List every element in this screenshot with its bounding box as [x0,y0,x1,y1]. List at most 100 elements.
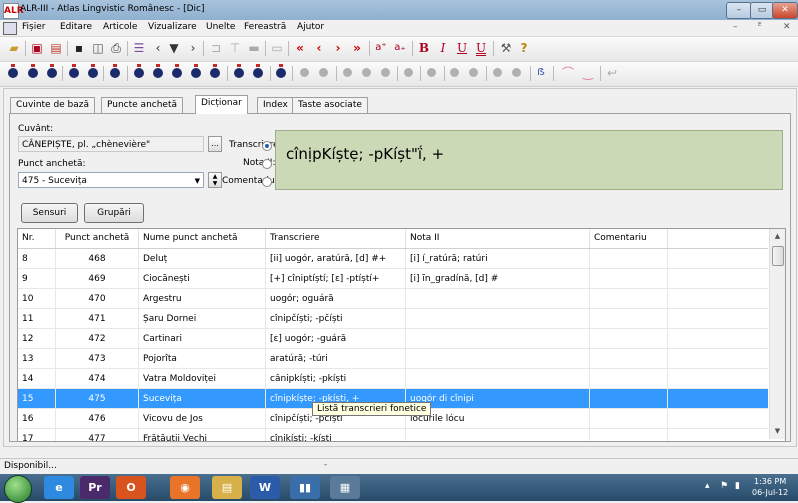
cell-nota[interactable] [406,329,590,349]
print-preview-icon[interactable]: ◫ [90,40,106,56]
rect-icon[interactable]: ▭ [269,40,285,56]
taskbar-alr-icon[interactable]: ▦ [330,476,360,499]
cell-nota[interactable] [406,429,590,441]
clock[interactable]: 1:36 PM 06-Jul-12 [752,476,788,498]
document-icon[interactable] [3,22,17,35]
cell-comentariu[interactable] [590,269,668,289]
cell-nota[interactable] [406,369,590,389]
phonetic-symbol-icon[interactable] [69,64,79,78]
cell-comentariu[interactable] [590,309,668,329]
cell-punct-ancheta[interactable]: 468 [56,249,139,269]
arc-up-icon[interactable]: ⌒ [560,65,576,81]
column-header-nota[interactable]: Nota II [406,229,590,248]
cell-nume-punct[interactable]: Vatra Moldoviței [139,369,266,389]
table-row[interactable]: 8 468 Deluț [ii] uogór, aratúră, [d] #+ [i] … [18,249,768,269]
table-row[interactable]: 10 470 Argestru uogór; oguáră [18,289,768,309]
split-icon[interactable]: ⊐ [208,40,224,56]
italic-icon[interactable]: I [435,40,451,56]
taskbar-premiere-icon[interactable]: Pr [80,476,110,499]
cell-nr[interactable]: 15 [18,389,56,409]
print-icon[interactable]: ⎙ [108,40,124,56]
tray-arrow-icon[interactable]: ▴ [705,481,710,491]
cell-comentariu[interactable] [590,289,668,309]
phonetic-symbol-icon[interactable] [210,64,220,78]
subscript-a-icon[interactable]: a₊ [392,40,408,56]
cell-nota[interactable]: uogór di cînipi [406,389,590,409]
nota-radio[interactable] [262,159,272,169]
cell-punct-ancheta[interactable]: 474 [56,369,139,389]
cell-nr[interactable]: 17 [18,429,56,441]
join-icon[interactable]: ▬ [246,40,262,56]
save-icon[interactable]: ▪ [71,40,87,56]
prev-icon[interactable]: ‹ [150,40,166,56]
bookmark-icon[interactable]: ▼ [166,40,182,56]
taskbar-app-icon[interactable]: ▮▮ [290,476,320,499]
phonetic-symbol-icon[interactable] [172,64,182,78]
cell-nr[interactable]: 16 [18,409,56,429]
prev-red-icon[interactable]: ‹ [311,40,327,56]
cell-nume-punct[interactable]: Sucevița [139,389,266,409]
cuvant-browse-button[interactable]: ... [208,136,222,152]
bold-icon[interactable]: B [416,40,432,56]
table-row[interactable]: 14 474 Vatra Moldoviței cânipkíști; -pkíști [18,369,768,389]
cell-nr[interactable]: 11 [18,309,56,329]
cell-punct-ancheta[interactable]: 469 [56,269,139,289]
taskbar-firefox-icon[interactable]: ◉ [170,476,200,499]
taskbar-media-icon[interactable]: O [116,476,146,499]
cell-nume-punct[interactable]: Pojorîta [139,349,266,369]
next-icon[interactable]: › [185,40,201,56]
cell-nota[interactable] [406,289,590,309]
table-row[interactable]: 12 472 Cartinari [ε] uogór; -guáră [18,329,768,349]
arc-down-icon[interactable]: ‿ [580,65,596,81]
cell-nume-punct[interactable]: Frătăuții Vechi [139,429,266,441]
transcription-editor[interactable]: cînịpKíștẹ; -pKíșt"ḯ, + [275,130,783,190]
table-row[interactable]: 9 469 Ciocănești [+] cîniptíștí; [ε] -ptíșt… [18,269,768,289]
taskbar-explorer-icon[interactable]: ▤ [212,476,242,499]
superscript-a-icon[interactable]: a⁺ [373,40,389,56]
tab-taste-asociate[interactable]: Taste asociate [292,97,368,113]
scroll-thumb[interactable] [772,246,784,266]
cell-nume-punct[interactable]: Vicovu de Jos [139,409,266,429]
cell-nume-punct[interactable]: Cartinari [139,329,266,349]
last-icon[interactable]: » [349,40,365,56]
mdi-close-button[interactable]: ✕ [783,22,791,32]
cell-punct-ancheta[interactable]: 473 [56,349,139,369]
minimize-button[interactable]: – [726,2,752,19]
comentariu-radio[interactable] [262,177,272,187]
column-header-nume-punct[interactable]: Nume punct anchetă [139,229,266,248]
open-folder-icon[interactable]: ▰ [6,40,22,56]
cell-nume-punct[interactable]: Șaru Dornei [139,309,266,329]
cell-punct-ancheta[interactable]: 471 [56,309,139,329]
phonetic-symbol-icon[interactable] [234,64,244,78]
cell-transcriere[interactable]: cînipčíști; -pčíști [266,309,406,329]
tray-flag-icon[interactable]: ⚑ [720,481,728,491]
cell-punct-ancheta[interactable]: 476 [56,409,139,429]
menu-ajutor[interactable]: Ajutor [297,22,324,32]
tab-cuvinte-de-baza[interactable]: Cuvinte de bază [10,97,96,113]
cell-transcriere[interactable]: aratúră; -túri [266,349,406,369]
cell-nr[interactable]: 9 [18,269,56,289]
phonetic-symbol-icon[interactable] [28,64,38,78]
close-button[interactable]: ✕ [772,2,798,19]
column-header-transcriere[interactable]: Transcriere [266,229,406,248]
taskbar-ie-icon[interactable]: e [44,476,74,499]
dropdown-arrow-icon[interactable]: ▼ [195,173,200,187]
cell-nota[interactable] [406,349,590,369]
cell-comentariu[interactable] [590,329,668,349]
cell-nota[interactable]: [i] ĩn_gradínă, [d] # [406,269,590,289]
grupari-button[interactable]: Grupări [84,203,144,223]
cell-nume-punct[interactable]: Ciocănești [139,269,266,289]
menu-fereastra[interactable]: Fereastră [244,22,286,32]
cell-transcriere[interactable]: [ii] uogór, aratúră, [d] #+ [266,249,406,269]
start-button[interactable] [4,475,32,503]
scroll-down-icon[interactable]: ▼ [770,424,785,439]
scroll-up-icon[interactable]: ▲ [770,229,785,244]
cell-nota[interactable]: [i] í_ratúră; ratúri [406,249,590,269]
cell-nota[interactable]: locurile lócu [406,409,590,429]
special-characters-icon[interactable]: ẞ [533,65,549,81]
mdi-minimize-button[interactable]: – [733,22,738,32]
phonetic-symbol-icon[interactable] [8,64,18,78]
page-icon[interactable]: ▤ [48,40,64,56]
phonetic-symbol-icon[interactable] [276,64,286,78]
menu-editare[interactable]: Editare [60,22,92,32]
